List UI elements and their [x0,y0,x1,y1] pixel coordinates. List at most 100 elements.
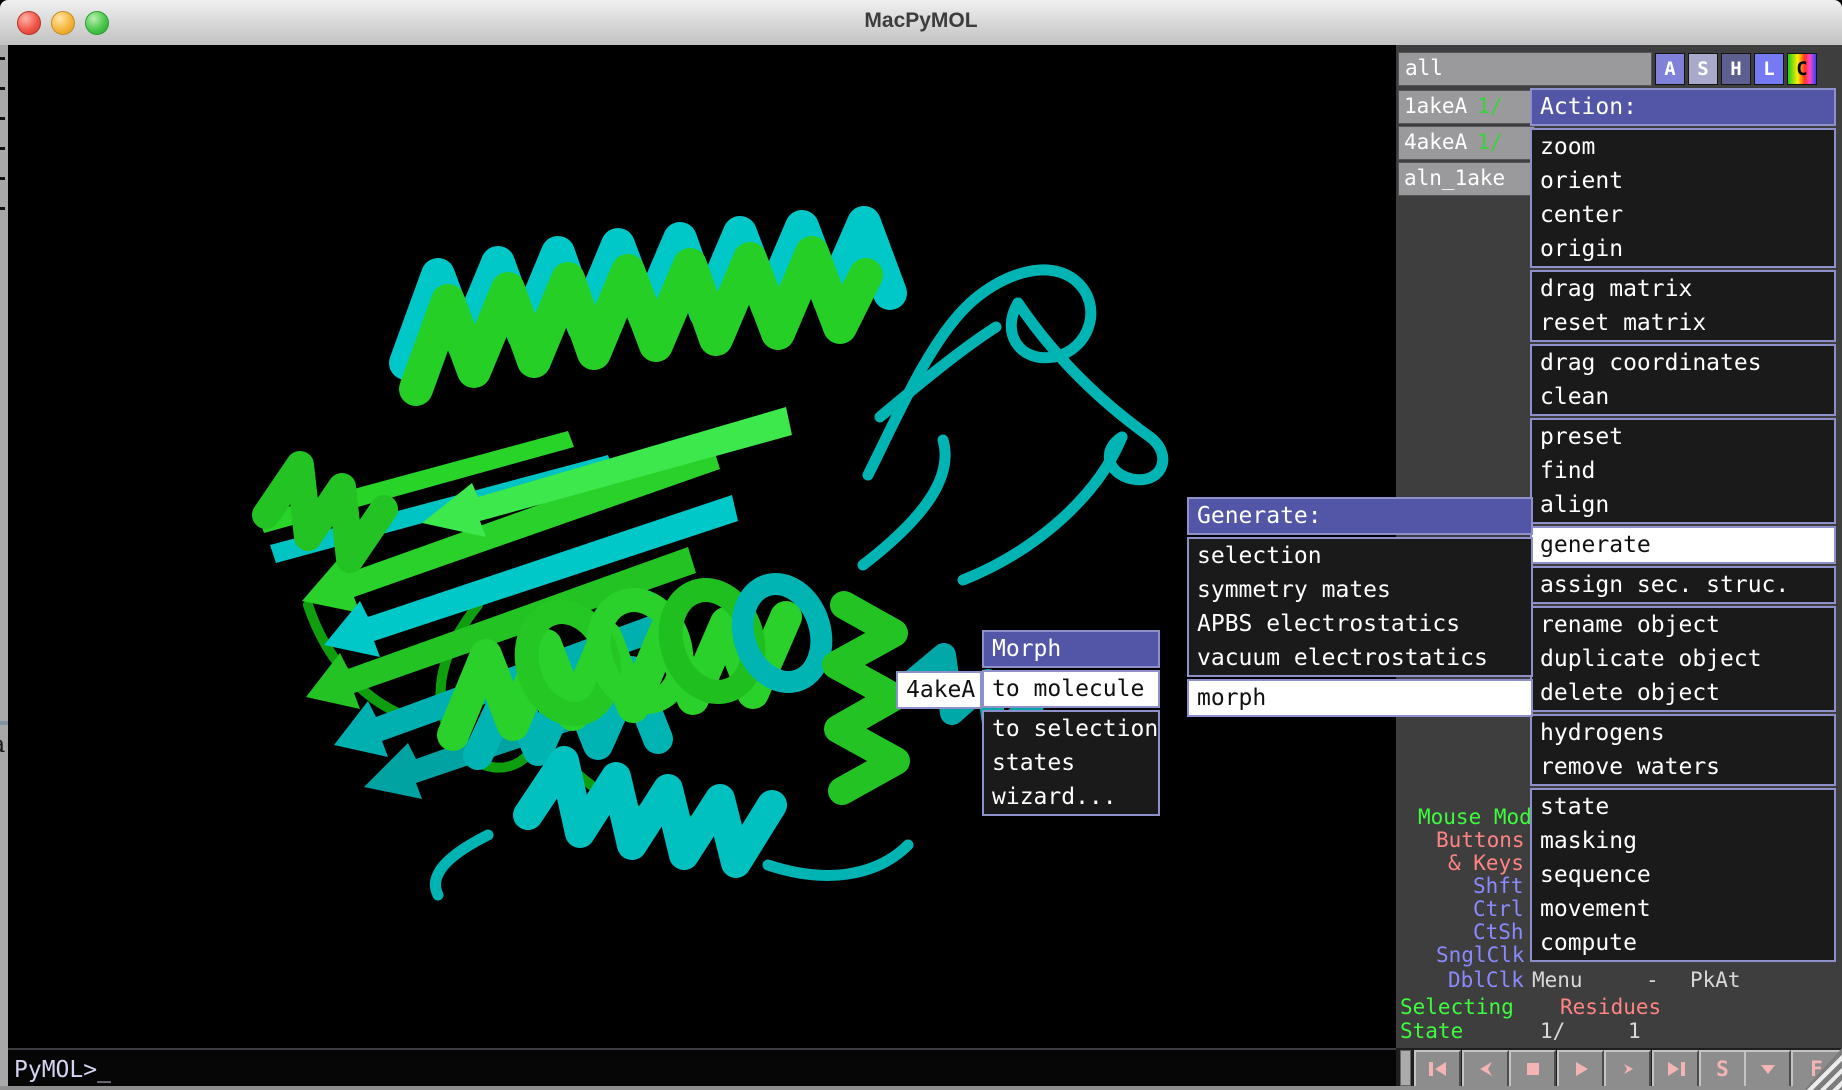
menu-item-to-selection[interactable]: to selection [984,712,1158,746]
generate-menu-group: selection symmetry mates APBS electrosta… [1187,537,1533,677]
menu-item-compute[interactable]: compute [1532,926,1834,960]
hide-menu-button[interactable]: H [1721,53,1751,85]
selection-all-label: all [1405,56,1443,80]
menu-item-align[interactable]: align [1532,488,1834,522]
object-name: 1akeA [1404,94,1467,118]
menu-item-find[interactable]: find [1532,454,1834,488]
action-menu-group-highlighted: generate [1530,526,1836,564]
play-button[interactable] [1557,1050,1604,1088]
state-total: 1 [1628,1020,1641,1043]
play-reverse-icon [1476,1059,1496,1079]
macpymol-window: MacPyMOL a [0,0,1842,1090]
background-window-edge: a [0,45,8,1086]
loop-cyan [435,835,488,895]
background-window-mark [0,57,5,60]
generate-menu: Generate: selection symmetry mates APBS … [1187,497,1533,717]
menu-item-wizard[interactable]: wizard... [984,780,1158,814]
mouse-keys-label: & Keys [1448,852,1524,875]
dblclk-dash-cell: - [1646,969,1659,992]
dropdown-arrow-icon [1758,1059,1778,1079]
menu-item-drag-matrix[interactable]: drag matrix [1532,272,1834,306]
command-prompt[interactable]: PyMOL>_ [14,1057,111,1083]
dblclk-pkat-cell: PkAt [1690,969,1741,992]
menu-item-reset-matrix[interactable]: reset matrix [1532,306,1834,340]
scene-button-label: S [1716,1057,1729,1081]
show-menu-label: S [1697,58,1708,80]
menu-item-duplicate-object[interactable]: duplicate object [1532,642,1834,676]
menu-item-states[interactable]: states [984,746,1158,780]
helix-green [836,605,896,791]
skip-to-end-icon [1665,1059,1687,1079]
stop-button[interactable] [1509,1050,1556,1088]
action-menu-group: rename object duplicate object delete ob… [1530,606,1836,712]
play-reverse-button[interactable] [1462,1050,1509,1088]
hide-menu-label: H [1730,58,1741,80]
color-menu-button[interactable]: C [1787,53,1817,85]
menu-item-assign-sec-struc[interactable]: assign sec. struc. [1532,568,1834,602]
mouse-buttons-label: Buttons [1436,829,1525,852]
menu-item-clean[interactable]: clean [1532,380,1834,414]
movie-bar-handle[interactable] [1400,1050,1411,1086]
menu-item-morph[interactable]: morph [1189,681,1531,715]
background-window-divider [0,721,8,725]
menu-item-generate[interactable]: generate [1532,528,1834,562]
menu-item-center[interactable]: center [1532,198,1834,232]
menu-item-4akeA[interactable]: 4akeA [898,673,980,707]
mouse-mode-title: Mouse Mode [1418,806,1544,829]
scene-button[interactable]: S [1699,1050,1746,1088]
object-row-aln-1ake[interactable]: aln_1ake [1398,162,1535,196]
menu-item-orient[interactable]: orient [1532,164,1834,198]
loop-cyan [963,437,1122,580]
menu-item-selection[interactable]: selection [1189,539,1531,573]
command-line[interactable]: PyMOL>_ [8,1048,1396,1088]
menu-item-sequence[interactable]: sequence [1532,858,1834,892]
movie-menu-button[interactable] [1744,1050,1791,1088]
actions-menu-button[interactable]: A [1655,53,1685,85]
menu-item-hydrogens[interactable]: hydrogens [1532,716,1834,750]
menu-item-symmetry-mates[interactable]: symmetry mates [1189,573,1531,607]
skip-to-end-button[interactable] [1652,1050,1699,1088]
background-window-mark [0,87,5,90]
morph-menu-group: to selection states wizard... [982,710,1160,816]
object-state: 1/ [1477,94,1502,118]
stop-icon [1523,1059,1543,1079]
menu-item-drag-coordinates[interactable]: drag coordinates [1532,346,1834,380]
menu-item-origin[interactable]: origin [1532,232,1834,266]
selecting-mode-label[interactable]: Selecting [1400,996,1514,1019]
molecule-target-popup: 4akeA [896,671,982,709]
menu-item-preset[interactable]: preset [1532,420,1834,454]
label-menu-button[interactable]: L [1754,53,1784,85]
selection-all-bar[interactable]: all [1398,52,1652,86]
action-menu-group: zoom orient center origin [1530,128,1836,268]
action-menu-header: Action: [1530,88,1836,126]
generate-menu-group-highlighted: morph [1187,679,1533,717]
menu-item-vacuum-electrostatics[interactable]: vacuum electrostatics [1189,641,1531,675]
generate-menu-header: Generate: [1187,497,1533,535]
menu-item-remove-waters[interactable]: remove waters [1532,750,1834,784]
window-bottom-edge [0,1086,1842,1090]
state-label: State [1400,1020,1463,1043]
mouse-snglclk-label: SnglClk [1436,944,1525,967]
window-title: MacPyMOL [0,9,1842,33]
action-menu-group: drag coordinates clean [1530,344,1836,416]
selecting-mode-value[interactable]: Residues [1560,996,1661,1019]
menu-item-delete-object[interactable]: delete object [1532,676,1834,710]
menu-item-movement[interactable]: movement [1532,892,1834,926]
background-window-mark [0,207,5,210]
object-name: aln_1ake [1404,166,1505,190]
menu-item-masking[interactable]: masking [1532,824,1834,858]
object-name: 4akeA [1404,130,1467,154]
menu-item-rename-object[interactable]: rename object [1532,608,1834,642]
step-forward-button[interactable] [1604,1050,1651,1088]
menu-item-zoom[interactable]: zoom [1532,130,1834,164]
menu-item-apbs-electrostatics[interactable]: APBS electrostatics [1189,607,1531,641]
action-menu-group: drag matrix reset matrix [1530,270,1836,342]
object-row-4akeA[interactable]: 4akeA1/ [1398,126,1535,160]
object-row-1akeA[interactable]: 1akeA 1/ [1398,90,1535,124]
skip-to-start-button[interactable] [1414,1050,1461,1088]
menu-item-state[interactable]: state [1532,790,1834,824]
show-menu-button[interactable]: S [1688,53,1718,85]
background-window-mark [0,177,5,180]
menu-item-to-molecule[interactable]: to molecule [984,672,1158,706]
dblclk-menu-cell: Menu [1532,969,1583,992]
